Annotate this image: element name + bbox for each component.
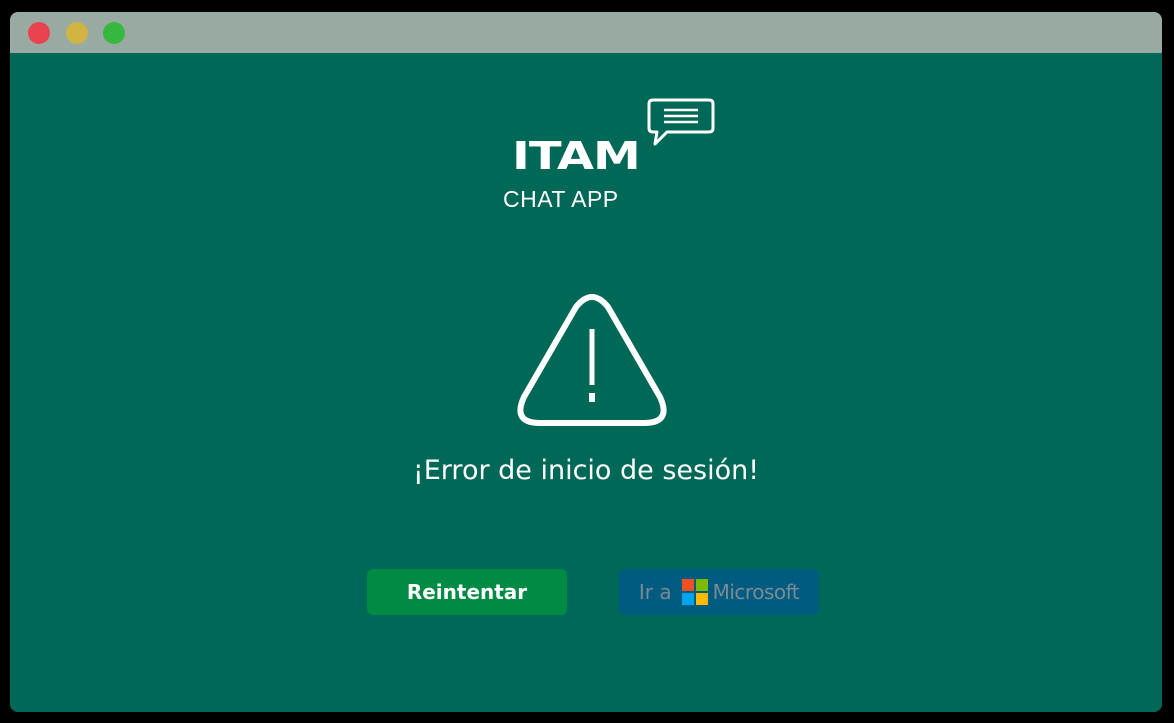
chat-bubble-icon [647, 98, 715, 146]
retry-button[interactable]: Reintentar [367, 569, 567, 615]
warning-icon [517, 294, 667, 426]
microsoft-button-name: Microsoft [712, 580, 800, 604]
microsoft-button-prefix: Ir a [638, 580, 672, 604]
error-message: ¡Error de inicio de sesión! [412, 455, 760, 486]
retry-button-label: Reintentar [406, 580, 528, 604]
minimize-window-button[interactable] [66, 22, 88, 44]
main-content: ITAM CHAT APP ¡Error de inicio de sesión… [10, 53, 1162, 712]
title-bar [10, 12, 1162, 53]
maximize-window-button[interactable] [103, 22, 125, 44]
app-window: ITAM CHAT APP ¡Error de inicio de sesión… [10, 12, 1162, 712]
microsoft-logo-icon [681, 579, 708, 605]
close-window-button[interactable] [28, 22, 50, 44]
app-logo: ITAM CHAT APP [500, 93, 730, 223]
logo-subtitle: CHAT APP [503, 186, 619, 212]
logo-wordmark: ITAM [512, 133, 641, 179]
go-to-microsoft-button[interactable]: Ir a Microsoft [619, 569, 819, 615]
